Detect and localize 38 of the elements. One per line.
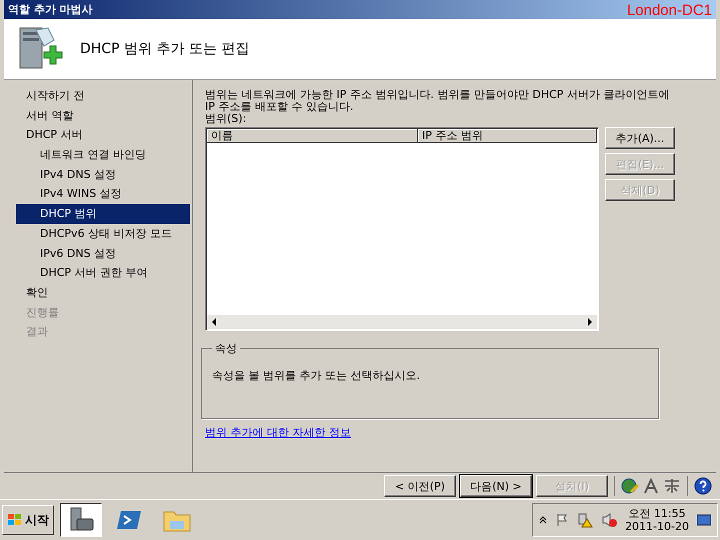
properties-text: 속성을 볼 범위를 추가 또는 선택하십시오. <box>212 368 420 383</box>
nav-item[interactable]: 네트워크 연결 바인딩 <box>16 145 190 165</box>
start-button[interactable]: 시작 <box>2 505 54 535</box>
column-header[interactable]: 이름 <box>207 129 418 143</box>
chevron-icon[interactable] <box>539 516 548 524</box>
show-desktop-icon[interactable] <box>697 514 711 526</box>
vm-name-label: London-DC1 <box>626 1 712 21</box>
nav-item[interactable]: IPv6 DNS 설정 <box>16 244 190 264</box>
help-icon[interactable] <box>694 477 712 495</box>
description-text: 범위는 네트워크에 가능한 IP 주소 범위입니다. 범위를 만들어야만 DHCP 서버가 클라이언트에 IP 주소를 배포할 수 있습니다. <box>205 89 670 113</box>
globe-pencil-icon[interactable] <box>621 477 639 495</box>
nav-item[interactable]: DHCP 범위 <box>16 204 190 224</box>
nav-item[interactable]: 시작하기 전 <box>16 86 190 106</box>
nav-item[interactable]: DHCP 서버 권한 부여 <box>16 263 190 283</box>
speaker-muted-icon[interactable] <box>601 512 618 528</box>
windows-logo-icon <box>7 513 23 527</box>
wizard-button[interactable]: < 이전(P) <box>384 475 456 497</box>
nav-item[interactable]: 확인 <box>16 282 190 303</box>
nav-item[interactable]: DHCPv6 상태 비저장 모드 <box>16 224 190 244</box>
wizard-button[interactable]: 다음(N) > <box>460 475 532 497</box>
hanja-icon[interactable] <box>663 477 681 495</box>
network-warning-icon[interactable] <box>577 512 594 528</box>
clock[interactable]: 오전 11:55 2011-10-20 <box>625 507 689 533</box>
scope-table[interactable]: 이름 IP 주소 범위 <box>205 127 599 331</box>
scope-list-label: 범위(S): <box>205 113 248 125</box>
column-header[interactable]: IP 주소 범위 <box>418 129 597 143</box>
page-heading: DHCP 범위 추가 또는 편집 <box>80 40 250 58</box>
nav-item[interactable]: 서버 역할 <box>16 106 190 126</box>
nav-item[interactable]: IPv4 WINS 설정 <box>16 184 190 204</box>
side-button[interactable]: 추가(A)... <box>605 127 675 149</box>
nav-item[interactable]: IPv4 DNS 설정 <box>16 164 190 184</box>
letter-a-icon[interactable] <box>643 478 659 494</box>
server-manager-taskbar-icon[interactable] <box>60 503 102 537</box>
group-title: 속성 <box>214 341 238 356</box>
window-title: 역할 추가 마법사 <box>8 2 93 18</box>
flag-icon[interactable] <box>555 513 570 527</box>
help-link[interactable]: 범위 추가에 대한 자세한 정보 <box>205 425 351 440</box>
nav-item[interactable]: DHCP 서버 <box>16 125 190 146</box>
